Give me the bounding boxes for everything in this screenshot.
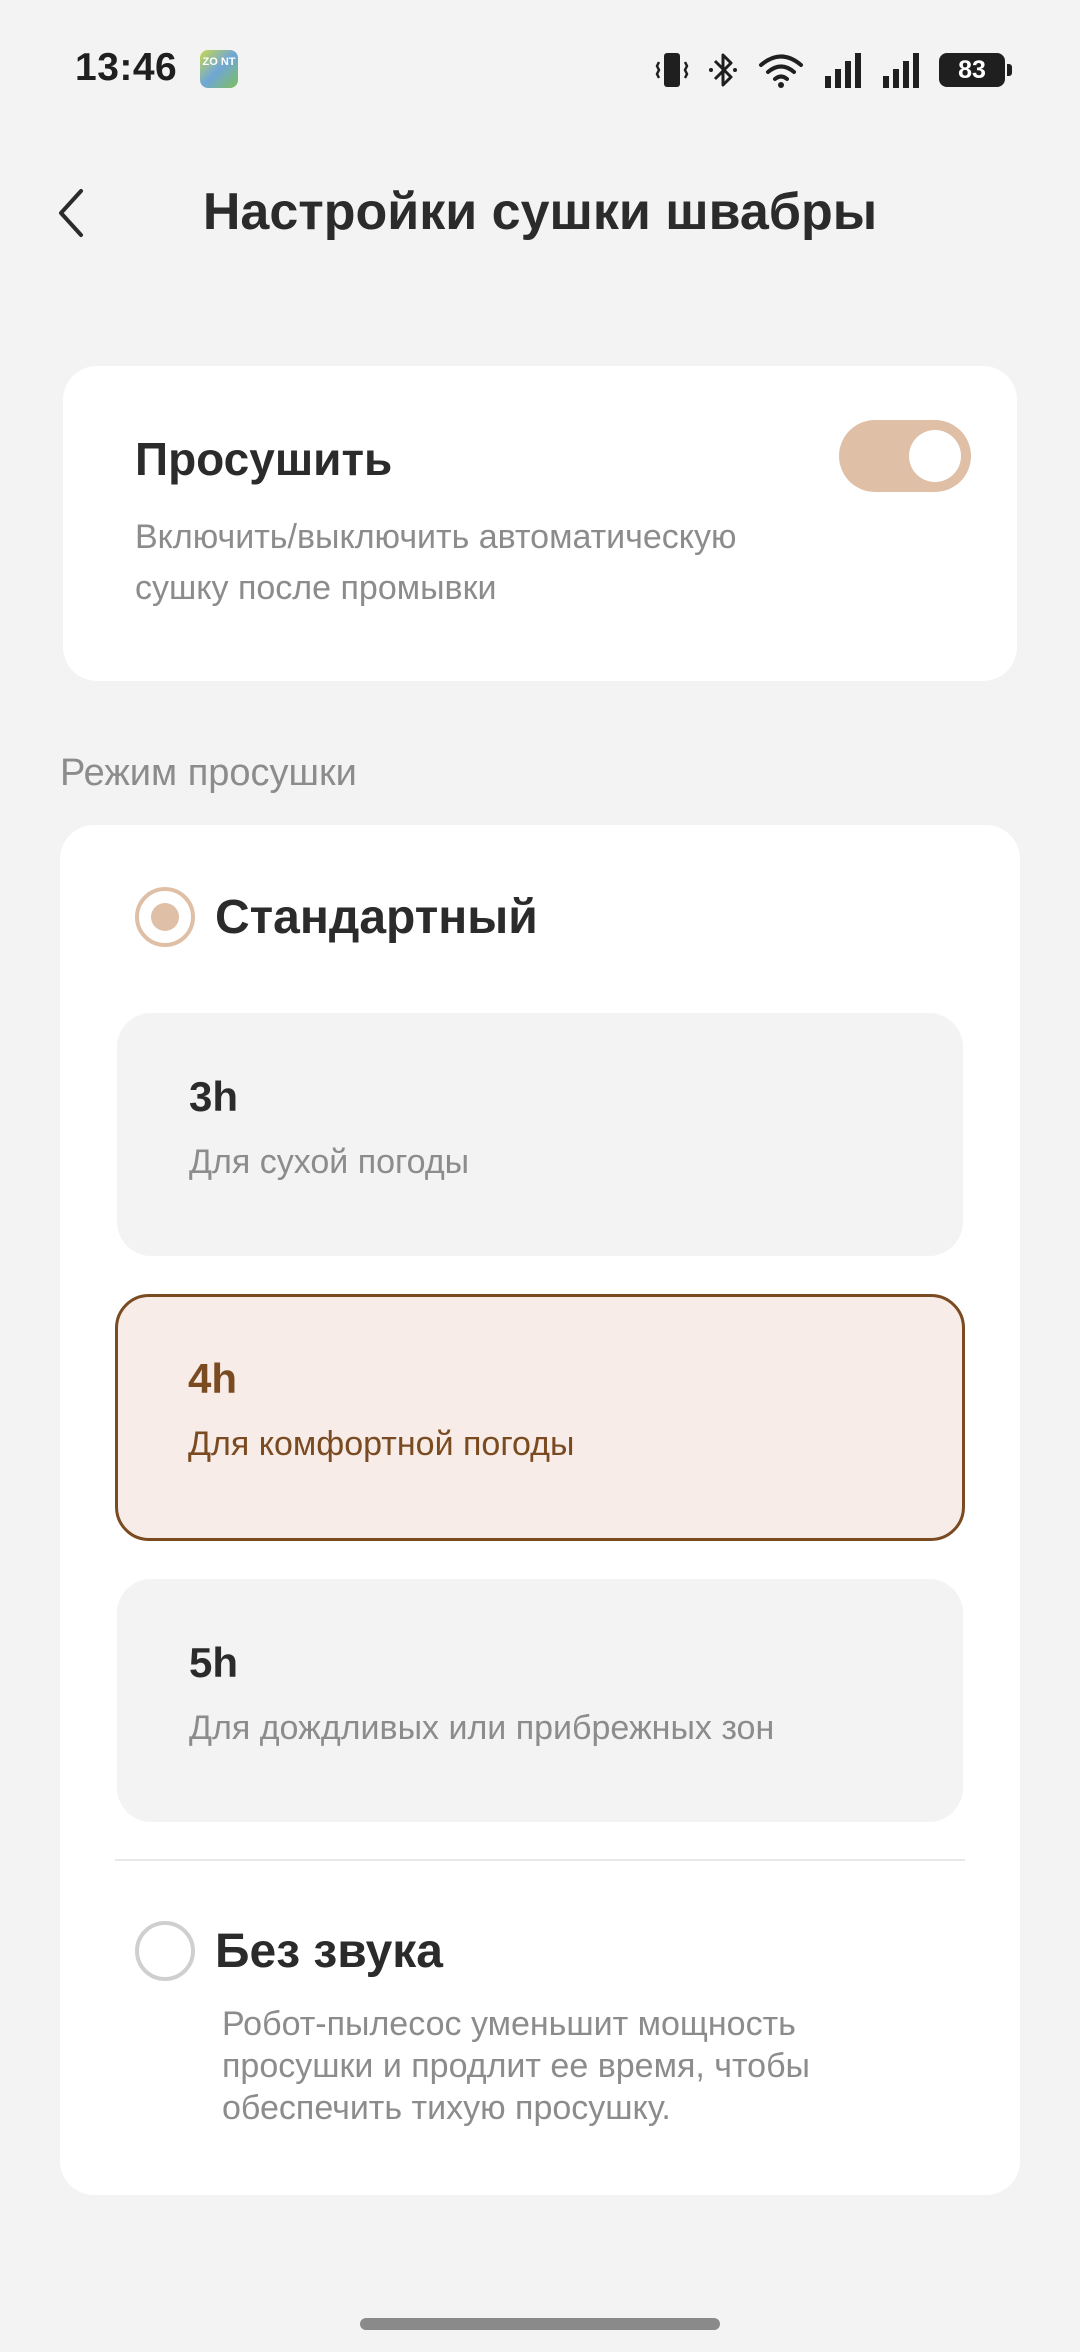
home-indicator[interactable] [360, 2318, 720, 2330]
option-subtitle: Для сухой погоды [189, 1143, 470, 1181]
dry-toggle-switch[interactable] [839, 420, 971, 492]
toggle-knob [909, 430, 961, 482]
page-title: Настройки сушки швабры [202, 183, 878, 241]
option-title: 4h [188, 1355, 238, 1402]
radio-button-checked[interactable] [135, 887, 195, 947]
signal-icon [825, 53, 861, 88]
screen: 13:46 ZO NT 83 Настройки сушки швабры Пр… [0, 0, 1080, 2352]
radio-label-silent: Без звука [215, 1924, 443, 1978]
option-title: 3h [189, 1073, 239, 1120]
radio-label-standard: Стандартный [215, 890, 538, 944]
wifi-icon [759, 54, 803, 88]
battery-indicator: 83 [939, 53, 1012, 87]
option-3h[interactable]: 3h Для сухой погоды [117, 1013, 963, 1256]
radio-button-unchecked[interactable] [135, 1921, 195, 1981]
divider [115, 1859, 965, 1861]
status-bar: 13:46 ZO NT 83 [0, 0, 1080, 140]
dry-toggle-card: Просушить Включить/выключить автоматичес… [63, 366, 1017, 681]
radio-standard[interactable]: Стандартный [135, 887, 538, 947]
silent-description: Робот-пылесос уменьшит мощность просушки… [222, 2005, 810, 2127]
option-subtitle: Для комфортной погоды [188, 1425, 575, 1463]
radio-silent[interactable]: Без звука [135, 1921, 443, 1981]
option-title: 5h [189, 1639, 239, 1686]
option-4h-selected[interactable]: 4h Для комфортной погоды [115, 1294, 965, 1541]
dry-description: Включить/выключить автоматическую сушку … [135, 518, 737, 607]
status-time: 13:46 [75, 46, 178, 89]
option-5h[interactable]: 5h Для дождливых или прибрежных зон [117, 1579, 963, 1822]
section-label: Режим просушки [60, 752, 357, 794]
dry-mode-card: Стандартный 3h Для сухой погоды 4h Для к… [60, 825, 1020, 2195]
bluetooth-icon [709, 53, 737, 87]
dry-title: Просушить [135, 433, 393, 485]
app-notification-icon: ZO NT [200, 50, 238, 88]
signal-icon [883, 53, 919, 88]
status-icons: 83 [655, 48, 1012, 92]
option-subtitle: Для дождливых или прибрежных зон [189, 1709, 775, 1747]
header: Настройки сушки швабры [0, 160, 1080, 270]
vibrate-icon [655, 53, 689, 87]
battery-level: 83 [958, 55, 986, 84]
